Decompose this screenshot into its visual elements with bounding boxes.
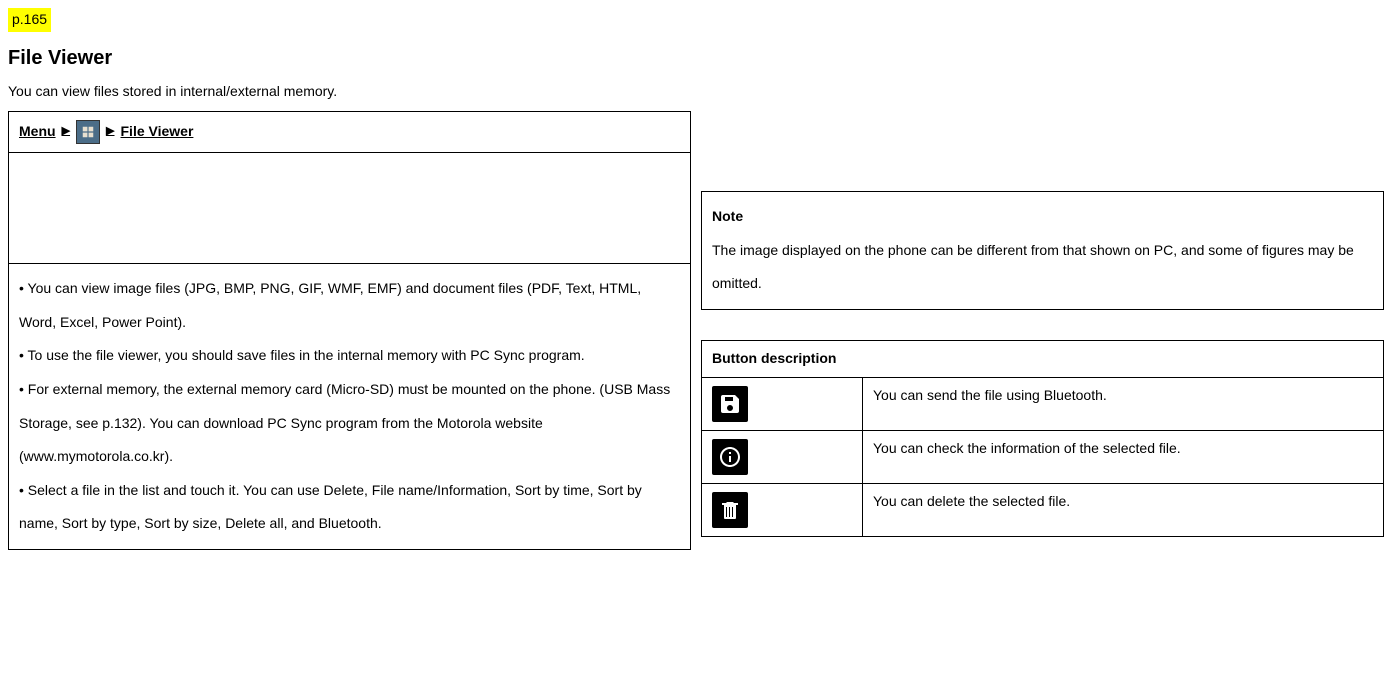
icon-cell bbox=[702, 377, 863, 430]
app-tools-icon bbox=[76, 120, 100, 144]
table-row: You can send the file using Bluetooth. bbox=[702, 377, 1384, 430]
icon-cell bbox=[702, 483, 863, 536]
info-icon bbox=[712, 439, 748, 475]
bullet-item: • For external memory, the external memo… bbox=[19, 373, 680, 474]
two-column-layout: Menu ▶ ▶ File Viewer • You can view imag… bbox=[8, 111, 1384, 550]
bullet-list-box: • You can view image files (JPG, BMP, PN… bbox=[8, 264, 691, 550]
triangle-icon: ▶ bbox=[106, 124, 114, 139]
navigation-path-box: Menu ▶ ▶ File Viewer bbox=[8, 111, 691, 153]
bullet-item: • You can view image files (JPG, BMP, PN… bbox=[19, 272, 680, 339]
bullet-item: • Select a file in the list and touch it… bbox=[19, 474, 680, 541]
page-number-label: p.165 bbox=[8, 8, 51, 32]
note-text: The image displayed on the phone can be … bbox=[712, 234, 1373, 301]
delete-trash-icon bbox=[712, 492, 748, 528]
note-title: Note bbox=[712, 200, 1373, 234]
left-column: Menu ▶ ▶ File Viewer • You can view imag… bbox=[8, 111, 691, 550]
table-row: You can check the information of the sel… bbox=[702, 430, 1384, 483]
button-table-header: Button description bbox=[702, 340, 1384, 377]
nav-step-file-viewer: File Viewer bbox=[121, 122, 194, 142]
screenshot-placeholder bbox=[8, 153, 691, 264]
nav-step-menu: Menu bbox=[19, 122, 56, 142]
icon-cell bbox=[702, 430, 863, 483]
bullet-item: • To use the file viewer, you should sav… bbox=[19, 339, 680, 373]
intro-text: You can view files stored in internal/ex… bbox=[8, 82, 1384, 102]
right-column: Note The image displayed on the phone ca… bbox=[701, 111, 1384, 550]
navigation-path: Menu ▶ ▶ File Viewer bbox=[19, 120, 680, 144]
button-description: You can send the file using Bluetooth. bbox=[863, 377, 1384, 430]
button-description: You can check the information of the sel… bbox=[863, 430, 1384, 483]
button-description-table: Button description You can send the file… bbox=[701, 340, 1384, 537]
table-row: You can delete the selected file. bbox=[702, 483, 1384, 536]
note-box: Note The image displayed on the phone ca… bbox=[701, 191, 1384, 310]
page-title: File Viewer bbox=[8, 44, 1384, 72]
triangle-icon: ▶ bbox=[62, 124, 70, 139]
button-description: You can delete the selected file. bbox=[863, 483, 1384, 536]
save-send-icon bbox=[712, 386, 748, 422]
